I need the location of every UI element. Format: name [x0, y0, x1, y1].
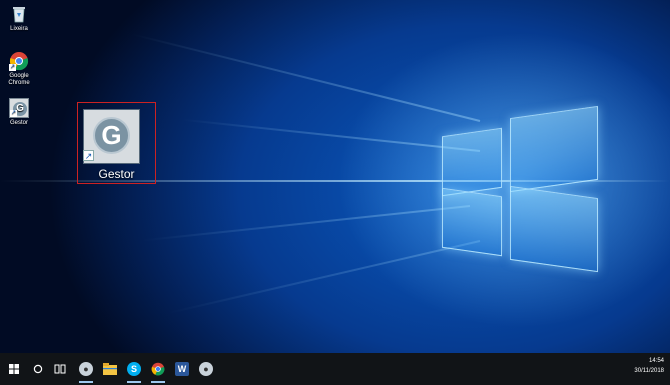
- taskbar-chrome[interactable]: [147, 353, 169, 385]
- taskbar-file-explorer[interactable]: [99, 353, 121, 385]
- gestor-icon: G ↗: [9, 98, 29, 118]
- light-beam: [130, 32, 481, 122]
- running-indicator: [79, 381, 93, 383]
- light-beam: [141, 205, 471, 242]
- chrome-icon: ↗: [9, 51, 29, 71]
- highlighted-gestor-shortcut[interactable]: G ↗ Gestor: [77, 102, 156, 184]
- desktop-icon-recycle-bin[interactable]: Lixeira: [1, 4, 37, 33]
- taskbar: ● S W ●: [0, 353, 670, 385]
- shortcut-arrow-icon: ↗: [10, 110, 17, 117]
- app-icon-1: ●: [79, 362, 93, 376]
- task-view-icon: [54, 364, 66, 374]
- skype-icon: S: [127, 362, 141, 376]
- taskbar-app-1[interactable]: ●: [75, 353, 97, 385]
- search-icon: [33, 364, 43, 374]
- gestor-label: Gestor: [98, 167, 135, 181]
- taskbar-app-2[interactable]: ●: [195, 353, 217, 385]
- desktop-icon-gestor[interactable]: G ↗ Gestor: [1, 98, 37, 127]
- logo-pane: [442, 187, 502, 257]
- shortcut-arrow-icon: ↗: [83, 150, 94, 161]
- desktop-icon-chrome[interactable]: ↗ Google Chrome: [1, 51, 37, 87]
- light-beam: [181, 118, 481, 152]
- desktop-wallpaper: Lixeira ↗ Google Chrome G ↗ Gestor G ↗ G…: [0, 0, 670, 353]
- task-view-button[interactable]: [50, 353, 70, 385]
- recycle-bin-icon: [9, 4, 29, 24]
- taskbar-skype[interactable]: S: [123, 353, 145, 385]
- chrome-icon: [151, 362, 165, 376]
- taskbar-word[interactable]: W: [171, 353, 193, 385]
- app-icon-2: ●: [199, 362, 213, 376]
- gestor-letter: G: [93, 117, 130, 154]
- clock-date: 30/11/2018: [634, 368, 664, 374]
- logo-pane: [510, 185, 598, 273]
- desktop-icon-label: Gestor: [9, 120, 28, 126]
- word-icon: W: [175, 362, 189, 376]
- desktop-icon-label: Google Chrome: [8, 73, 30, 86]
- windows-start-icon: [9, 364, 19, 374]
- logo-pane: [510, 105, 598, 193]
- logo-pane: [442, 127, 502, 197]
- light-beam: [167, 240, 481, 314]
- desktop-icon-label: Lixeira: [10, 26, 28, 32]
- taskbar-clock[interactable]: 14:54 30/11/2018: [634, 356, 664, 376]
- search-button[interactable]: [28, 353, 48, 385]
- shortcut-arrow-icon: ↗: [9, 64, 16, 71]
- windows-logo: [440, 105, 600, 273]
- file-explorer-icon: [103, 363, 117, 375]
- clock-time: 14:54: [648, 358, 664, 364]
- start-button[interactable]: [0, 353, 28, 385]
- running-indicator: [151, 381, 165, 383]
- running-indicator: [127, 381, 141, 383]
